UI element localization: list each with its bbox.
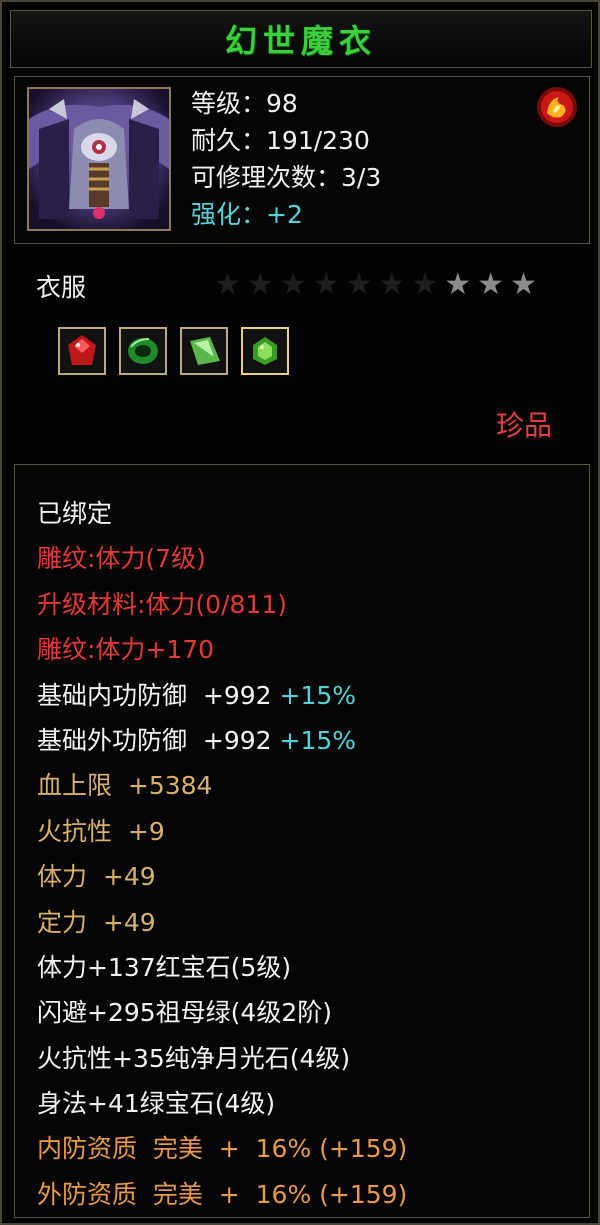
- ruby-gem-icon[interactable]: [58, 327, 106, 375]
- durability-label: 耐久：: [191, 126, 267, 155]
- attribute-text: 火抗性 +9: [37, 816, 165, 846]
- star-icon: ★: [411, 267, 439, 302]
- attribute-text: 身法+41绿宝石(4级): [37, 1089, 276, 1119]
- attribute-row: 闪避+295祖母绿(4级2阶): [37, 990, 407, 1035]
- level-row: 等级：98: [191, 85, 381, 122]
- attribute-text: 定力 +49: [37, 907, 156, 937]
- title-bar: 幻世魔衣: [10, 10, 592, 68]
- repair-label: 可修理次数：: [191, 163, 342, 192]
- star-icon: ★: [312, 267, 340, 302]
- attribute-text: 升级材料:体力(0/811): [37, 589, 287, 619]
- attribute-text: 血上限 +5384: [37, 771, 213, 801]
- peridot-gem-icon[interactable]: [241, 327, 289, 375]
- attribute-list: 已绑定雕纹:体力(7级) 升级材料:体力(0/811) 雕纹:体力+170 基础内功防…: [37, 491, 407, 1217]
- star-rating: ★ ★ ★ ★ ★ ★ ★ ★ ★ ★: [214, 268, 537, 302]
- attribute-text: 体力+137红宝石(5级): [37, 952, 292, 982]
- star-icon: ★: [477, 267, 505, 302]
- attribute-row: 身法+41绿宝石(4级): [37, 1081, 407, 1126]
- attribute-row: 血上限 +5384: [37, 763, 407, 808]
- item-tooltip: 幻世魔衣 等级：98 耐久：191/230 可修理次数：3/3 强化：+2 衣服…: [0, 0, 600, 1225]
- red-fire-emblem-icon: [535, 85, 579, 129]
- attribute-text: 已绑定: [37, 499, 113, 528]
- enhance-row: 强化：+2: [191, 196, 381, 233]
- rarity-label: 珍品: [495, 409, 552, 442]
- attribute-row: 升级材料:体力(0/811): [37, 582, 407, 627]
- attribute-text: 雕纹:体力(7级): [37, 544, 206, 574]
- attribute-text: 基础内功防御 +992: [37, 680, 272, 710]
- armor-portrait-icon: [27, 87, 171, 231]
- attribute-row: 火抗性+35纯净月光石(4级): [37, 1036, 407, 1081]
- attribute-text: 内防资质 完美 + 16% (+159): [37, 1134, 408, 1164]
- star-icon: ★: [345, 267, 373, 302]
- item-name: 幻世魔衣: [224, 22, 377, 60]
- attribute-row: 外防资质 完美 + 16% (+159): [37, 1172, 407, 1217]
- attribute-row: 雕纹:体力(7级): [37, 536, 407, 581]
- enhance-label: 强化：: [191, 200, 267, 229]
- attribute-text: 雕纹:体力+170: [37, 635, 215, 665]
- attribute-text: 闪避+295祖母绿(4级2阶): [37, 998, 332, 1028]
- attribute-row: 定力 +49: [37, 900, 407, 945]
- gem-sockets: [58, 327, 289, 375]
- green-crystal-gem-icon[interactable]: [180, 327, 228, 375]
- star-icon: ★: [214, 267, 241, 302]
- star-icon: ★: [246, 267, 274, 302]
- level-label: 等级：: [191, 89, 267, 118]
- attribute-text: 火抗性+35纯净月光石(4级): [37, 1043, 351, 1073]
- attribute-text: 外防资质 完美 + 16% (+159): [37, 1179, 408, 1209]
- repair-value: 3/3: [341, 163, 382, 192]
- level-value: 98: [266, 89, 298, 118]
- star-icon: ★: [444, 267, 472, 302]
- attribute-row: 内防资质 完美 + 16% (+159): [37, 1126, 407, 1171]
- attribute-row: 体力+137红宝石(5级): [37, 945, 407, 990]
- attribute-text: 体力 +49: [37, 862, 156, 892]
- star-icon: ★: [378, 267, 406, 302]
- star-icon: ★: [279, 267, 307, 302]
- attribute-row: 已绑定: [37, 491, 407, 536]
- item-header-panel: 等级：98 耐久：191/230 可修理次数：3/3 强化：+2: [14, 76, 590, 244]
- attribute-row: 基础外功防御 +992 +15%: [37, 718, 407, 763]
- emerald-ring-gem-icon[interactable]: [119, 327, 167, 375]
- repair-row: 可修理次数：3/3: [191, 159, 381, 196]
- enhance-value: +2: [266, 200, 303, 229]
- attribute-row: 雕纹:体力+170: [37, 627, 407, 672]
- attribute-bonus: +15%: [271, 680, 357, 710]
- attribute-text: 基础外功防御 +992: [37, 725, 272, 755]
- durability-row: 耐久：191/230: [191, 122, 381, 159]
- star-icon: ★: [510, 267, 538, 302]
- item-stats: 等级：98 耐久：191/230 可修理次数：3/3 强化：+2: [191, 85, 381, 233]
- attribute-row: 基础内功防御 +992 +15%: [37, 673, 407, 718]
- attribute-row: 体力 +49: [37, 854, 407, 899]
- attribute-panel: 已绑定雕纹:体力(7级) 升级材料:体力(0/811) 雕纹:体力+170 基础内功防…: [14, 464, 590, 1218]
- durability-value: 191/230: [266, 126, 370, 155]
- item-type: 衣服: [36, 273, 87, 302]
- attribute-row: 火抗性 +9: [37, 809, 407, 854]
- attribute-bonus: +15%: [271, 725, 357, 755]
